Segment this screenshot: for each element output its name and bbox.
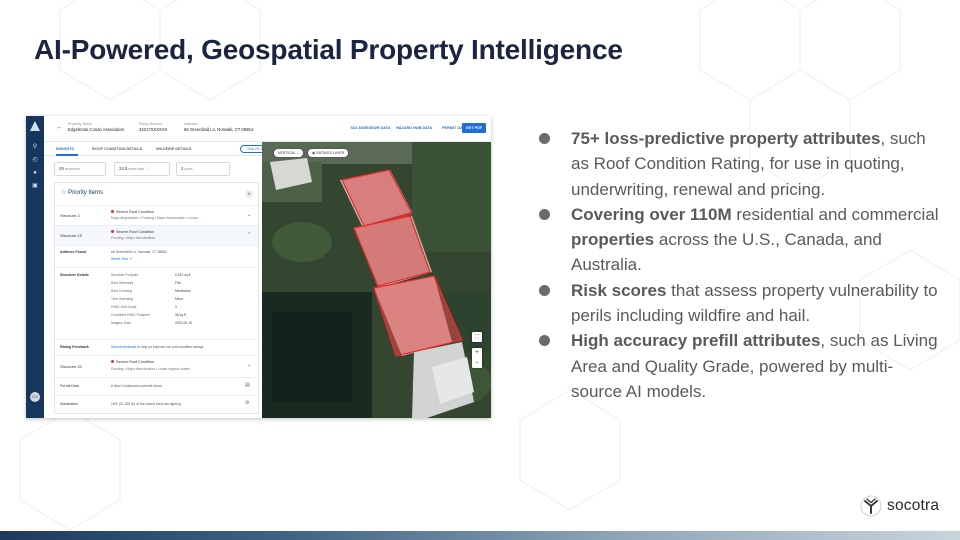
bullet-item: Risk scores that assess property vulnera… — [539, 278, 939, 329]
property-name-field: Property Name Edgebrook Condo Associatio… — [68, 122, 125, 132]
socotra-logo: socotra — [860, 494, 939, 518]
severity-dot-icon — [111, 230, 114, 233]
tab-insights[interactable]: INSIGHTS — [56, 147, 74, 151]
submit-feedback-link[interactable]: Submit feedback — [111, 345, 136, 349]
layers-icon[interactable]: ▣ — [31, 183, 39, 190]
get-pdf-button[interactable]: GET PDF — [462, 123, 486, 133]
app-logo-icon — [30, 121, 40, 131]
chevron-up-icon[interactable]: ⌃ — [247, 232, 251, 238]
bullet-dot-icon — [539, 284, 550, 296]
user-avatar[interactable]: CV — [30, 392, 40, 402]
bullet-dot-icon — [539, 208, 550, 220]
address-found-row: Address Found 66 Greenfield Ln, Norwalk,… — [55, 245, 258, 267]
tab-roof-condition-details[interactable]: ROOF CONDITION DETAILS — [92, 147, 142, 151]
satellite-map[interactable]: VERTICAL ⌄ ◉ RATINGS LAYER ⛶ + − — [262, 142, 491, 418]
structures-stat: 29 structures — [54, 162, 106, 176]
slide-title: AI-Powered, Geospatial Property Intellig… — [34, 34, 623, 65]
tab-wildfire-details[interactable]: WILDFIRE DETAILS — [156, 147, 191, 151]
chevron-down-icon[interactable]: ⌄ — [247, 362, 251, 368]
star-icon: ☆ — [61, 190, 67, 196]
zoom-controls: + − — [472, 348, 482, 368]
ratings-layer-toggle[interactable]: ◉ RATINGS LAYER — [308, 149, 349, 157]
back-arrow-icon[interactable]: ← — [56, 124, 63, 131]
bullet-item: Covering over 110M residential and comme… — [539, 202, 939, 278]
zoom-out-icon[interactable]: − — [472, 358, 482, 368]
priority-items-heading: ☆ Priority Items — [61, 190, 104, 196]
chevron-down-icon[interactable]: ⌄ — [247, 212, 251, 218]
structure-details-row: Structure Details Structure Footprint 6,… — [55, 267, 258, 339]
priority-count-badge: 6 — [245, 190, 253, 198]
bullet-dot-icon — [539, 133, 550, 144]
structure-3-row[interactable]: Structure 3 Severe Roof Condition Major … — [55, 205, 258, 225]
feature-bullet-list: 75+ loss-predictive property attributes,… — [539, 126, 939, 404]
view-mode-select[interactable]: VERTICAL ⌄ — [274, 149, 304, 157]
calendar-icon[interactable]: ▤ — [245, 382, 250, 388]
users-icon[interactable]: ● — [31, 170, 39, 177]
property-header: ← Property Name Edgebrook Condo Associat… — [44, 116, 491, 142]
app-screenshot: ⚲ ◴ ● ▣ CV ← Property Name Edgebrook Con… — [26, 116, 491, 418]
severity-dot-icon — [111, 360, 114, 363]
severity-dot-icon — [111, 210, 114, 213]
structure-15-row[interactable]: Structure 15 Severe Roof Condition Pondi… — [55, 225, 258, 245]
illumination-row[interactable]: Illumination 10% (31,250 ft²) of the pav… — [55, 395, 258, 413]
eye-icon: ◉ — [312, 151, 316, 155]
tab-bar: INSIGHTS ROOF CONDITION DETAILS WILDFIRE… — [44, 142, 276, 156]
search-icon[interactable]: ⚲ — [31, 144, 39, 151]
bullet-item: High accuracy prefill attributes, such a… — [539, 328, 939, 404]
active-tab-indicator — [56, 154, 78, 156]
bullet-dot-icon — [539, 335, 550, 347]
socotra-logo-icon — [860, 495, 882, 517]
rating-feedback-row: Rating Feedback Submit feedback to help … — [55, 339, 258, 353]
priority-items-card: ☆ Priority Items 6 Structure 3 Severe Ro… — [54, 182, 259, 414]
tax-assessor-link[interactable]: TAX ASSESSOR DATA — [350, 126, 390, 130]
roof-condition-overlay — [341, 169, 463, 357]
nav-rail: ⚲ ◴ ● ▣ CV — [26, 116, 44, 418]
structure-20-row[interactable]: Structure 20 Severe Roof Condition Pondi… — [55, 355, 258, 377]
zoom-in-icon[interactable]: + — [472, 348, 482, 358]
footer-gradient-bar — [0, 531, 960, 540]
acres-stat: 24.5 acres total ⓘ — [114, 162, 170, 176]
info-icon[interactable]: ⓘ — [145, 166, 149, 171]
lighting-off-icon[interactable]: ⊘ — [245, 400, 249, 406]
history-icon[interactable]: ◴ — [31, 157, 39, 164]
hazard-hub-link[interactable]: HAZARD HUB DATA — [396, 126, 432, 130]
pools-stat: 2 pools — [176, 162, 230, 176]
fullscreen-icon[interactable]: ⛶ — [472, 332, 482, 342]
permit-data-row[interactable]: Permit Data 6 New Construction permits f… — [55, 377, 258, 395]
policy-number-field: Policy Number 34217XXXXXX — [139, 122, 168, 132]
bullet-item: 75+ loss-predictive property attributes,… — [539, 126, 939, 202]
street-view-link[interactable]: Street View ↗ — [111, 257, 132, 261]
address-field: Address 66 Greenfield Ln, Norwalk, CT 06… — [184, 122, 254, 132]
